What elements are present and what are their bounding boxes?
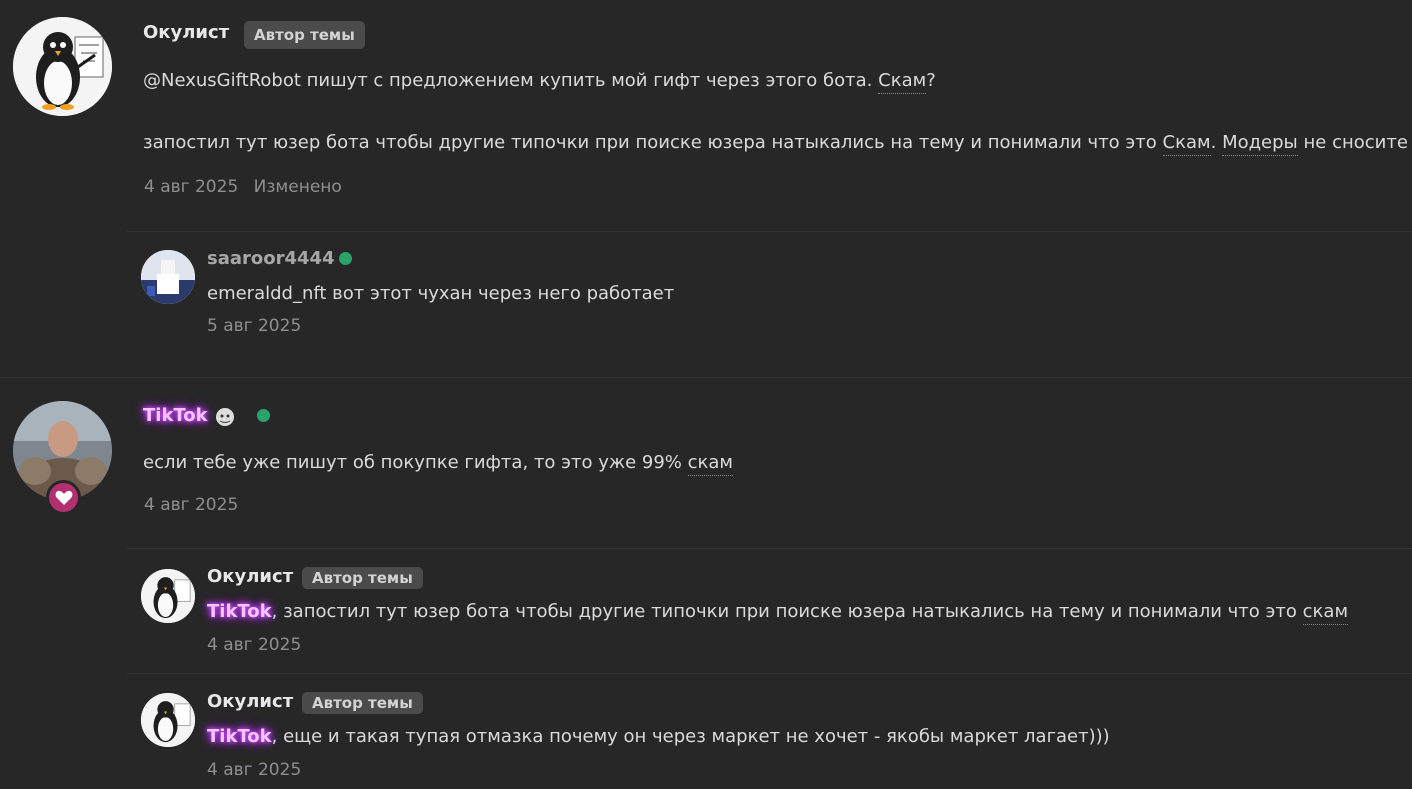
scam-link[interactable]: скам (1302, 601, 1349, 625)
reply-date[interactable]: 4 авг 2025 (207, 635, 301, 655)
reply-text: TikTok, еще и такая тупая отмазка почему… (207, 726, 1110, 747)
post-text-punct: . (1210, 132, 1217, 153)
scam-link[interactable]: скам (687, 452, 734, 476)
avatar[interactable] (141, 250, 195, 304)
divider (127, 673, 1412, 674)
avatar[interactable] (13, 17, 112, 116)
post-text: если тебе уже пишут об покупке гифта, то… (143, 452, 734, 476)
reply-date[interactable]: 4 авг 2025 (207, 760, 301, 780)
edited-label[interactable]: Изменено (254, 177, 342, 197)
post-text: @NexusGiftRobot пишут с предложением куп… (143, 70, 873, 91)
post-text-body: если тебе уже пишут об покупке гифта, то… (143, 452, 682, 473)
heart-badge (46, 480, 81, 515)
post-text: запостил тут юзер бота чтобы другие типо… (143, 132, 1157, 153)
divider (127, 231, 1412, 232)
post-meta: 4 авг 2025 Изменено (144, 177, 352, 197)
divider (0, 377, 1412, 378)
reply-text-body: , еще и такая тупая отмазка почему он че… (271, 726, 1110, 747)
post-author-name[interactable]: TikTok (143, 405, 208, 426)
avatar[interactable] (141, 569, 195, 623)
post-text-line2: запостил тут юзер бота чтобы другие типо… (143, 132, 1408, 156)
author-badge: Автор темы (244, 21, 365, 49)
post-date[interactable]: 4 авг 2025 (144, 495, 238, 515)
post-text-suffix: ? (926, 70, 936, 91)
post-text: не сносите (1303, 132, 1408, 153)
reply-author-name[interactable]: Окулист (207, 691, 293, 712)
reply-text: TikTok, запостил тут юзер бота чтобы дру… (207, 601, 1349, 625)
post-date[interactable]: 4 авг 2025 (144, 177, 238, 197)
reply-text-body: , запостил тут юзер бота чтобы другие ти… (271, 601, 1297, 622)
reply-date[interactable]: 5 авг 2025 (207, 316, 301, 336)
avatar[interactable] (141, 693, 195, 747)
scam-link[interactable]: Скам (878, 70, 927, 94)
online-status-icon (257, 409, 270, 422)
author-badge: Автор темы (302, 692, 423, 714)
moderators-link[interactable]: Модеры (1222, 132, 1298, 156)
author-badge: Автор темы (302, 567, 423, 589)
user-mention[interactable]: TikTok (207, 601, 272, 622)
reply-text: emeraldd_nft вот этот чухан через него р… (207, 283, 675, 304)
user-avatar-icon (141, 250, 195, 304)
penguin-avatar-icon (141, 693, 195, 747)
online-status-icon (339, 252, 352, 265)
reply-author-name[interactable]: saaroor4444 (207, 248, 335, 269)
meme-face-icon (214, 406, 236, 428)
post-text-line1: @NexusGiftRobot пишут с предложением куп… (143, 70, 936, 94)
penguin-avatar-icon (141, 569, 195, 623)
divider (127, 548, 1412, 549)
heart-icon (55, 490, 72, 505)
penguin-avatar-icon (13, 17, 112, 116)
reply-author-name[interactable]: Окулист (207, 566, 293, 587)
scam-link[interactable]: Скам (1162, 132, 1211, 156)
user-mention[interactable]: TikTok (207, 726, 272, 747)
post-author-name[interactable]: Окулист (143, 22, 229, 43)
